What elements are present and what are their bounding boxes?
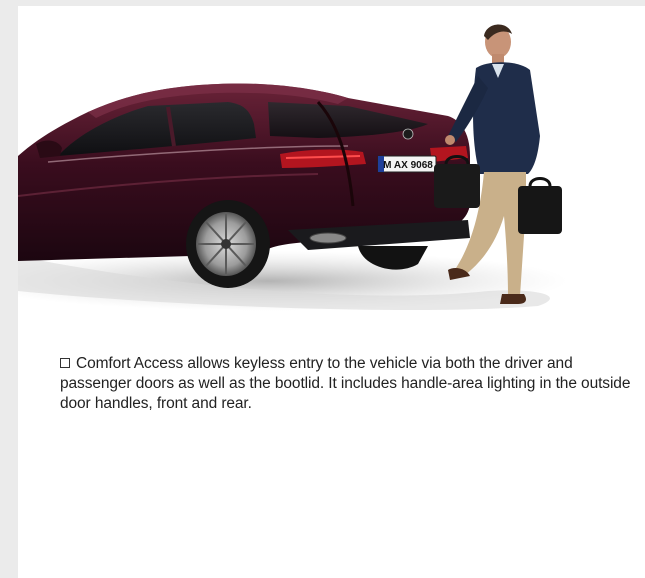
car-illustration: M AX 9068 <box>18 24 568 311</box>
document-page: M AX 9068 Comfort Access allows keyless … <box>18 6 645 578</box>
checkbox-icon <box>60 358 70 368</box>
caption-paragraph: Comfort Access allows keyless entry to t… <box>60 354 645 414</box>
license-plate-text: M AX 9068 <box>383 160 433 171</box>
car-photo: M AX 9068 <box>18 6 645 336</box>
caption-text: Comfort Access allows keyless entry to t… <box>60 355 631 412</box>
rear-wheel <box>186 200 270 288</box>
